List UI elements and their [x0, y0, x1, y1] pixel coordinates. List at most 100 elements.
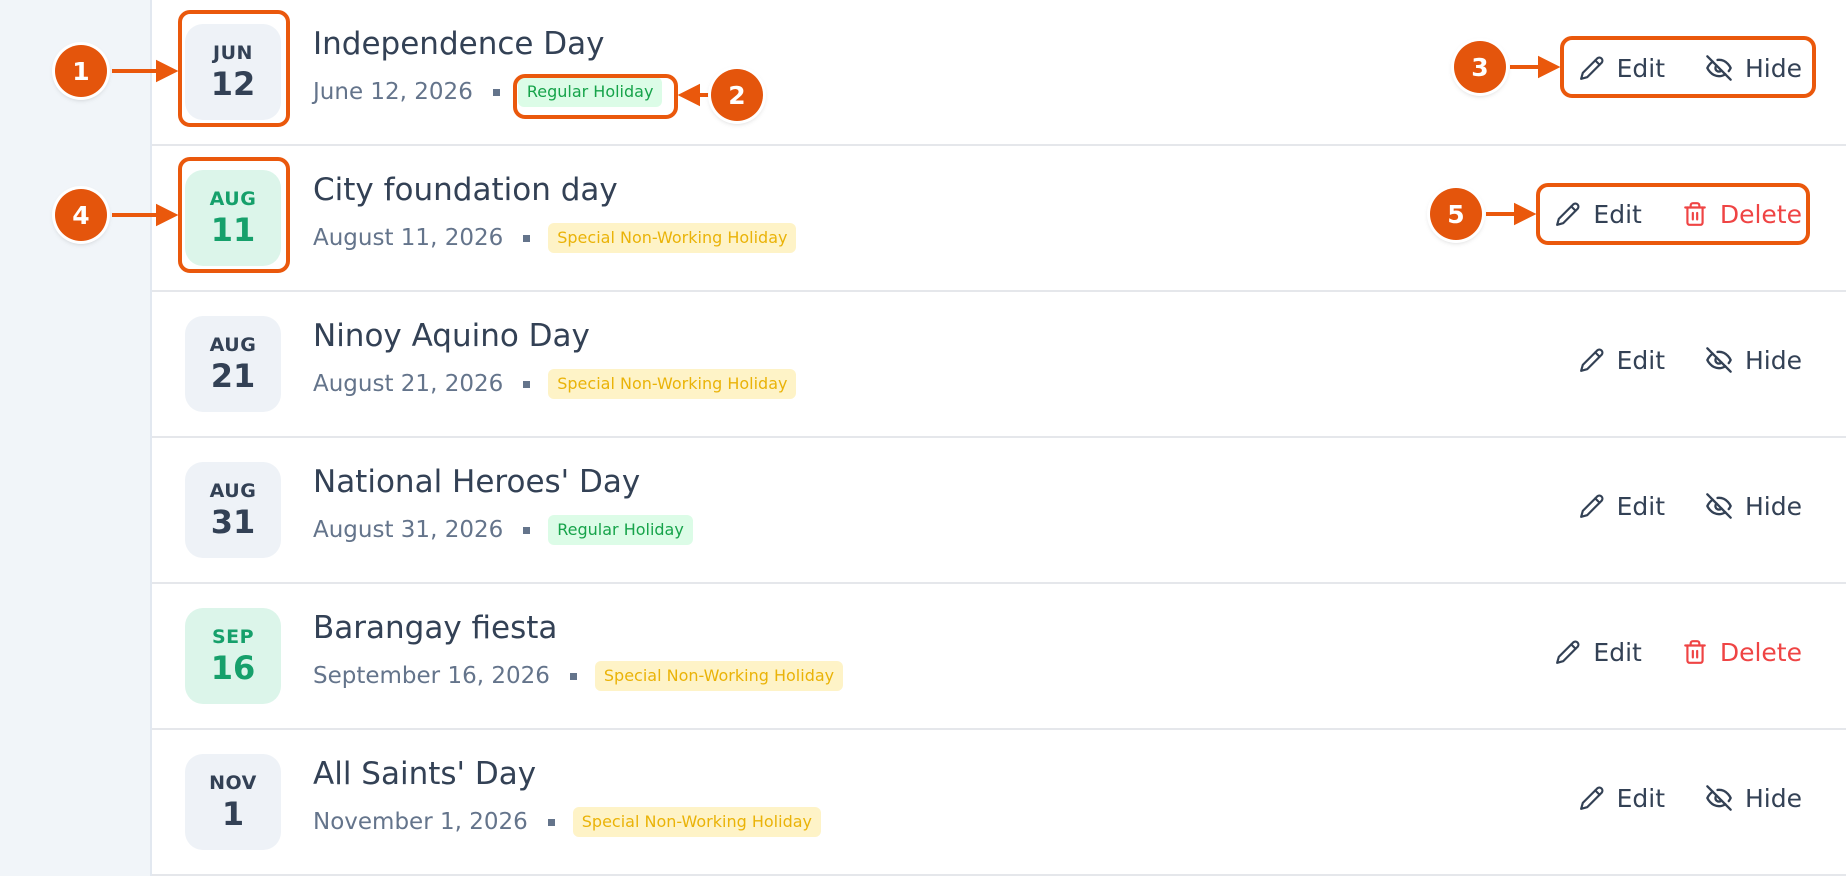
edit-label: Edit: [1616, 345, 1665, 375]
holiday-type-badge: Special Non-Working Holiday: [548, 369, 797, 399]
pencil-icon: [1556, 202, 1580, 226]
hide-label: Hide: [1745, 491, 1802, 521]
date-badge: JUN 12: [185, 24, 281, 120]
trash-icon: [1684, 202, 1706, 226]
edit-button[interactable]: Edit: [1579, 346, 1665, 375]
holiday-row: SEP 16 Barangay fiesta September 16, 202…: [152, 584, 1846, 730]
hide-button[interactable]: Hide: [1705, 54, 1802, 83]
holiday-meta: September 16, 2026 Special Non-Working H…: [313, 660, 844, 692]
delete-button[interactable]: Delete: [1682, 638, 1802, 667]
holiday-name: All Saints' Day: [313, 756, 537, 792]
date-badge: AUG 11: [185, 170, 281, 266]
hide-label: Hide: [1745, 345, 1802, 375]
holiday-row: JUN 12 Independence Day June 12, 2026 Re…: [152, 0, 1846, 146]
separator-dot: [523, 526, 531, 534]
row-actions: Edit Hide: [1579, 774, 1802, 822]
holiday-date: August 31, 2026: [313, 517, 504, 543]
hide-button[interactable]: Hide: [1705, 492, 1802, 521]
eye-off-icon: [1706, 785, 1732, 811]
pencil-icon: [1556, 640, 1580, 664]
holiday-meta: August 11, 2026 Special Non-Working Holi…: [313, 222, 797, 254]
date-day: 21: [210, 357, 256, 395]
hide-label: Hide: [1745, 53, 1802, 83]
edit-label: Edit: [1616, 783, 1665, 813]
holiday-row: AUG 21 Ninoy Aquino Day August 21, 2026 …: [152, 292, 1846, 438]
date-day: 16: [210, 649, 256, 687]
separator-dot: [523, 234, 531, 242]
annotation-marker-5: 5: [1430, 188, 1482, 240]
holiday-name: National Heroes' Day: [313, 464, 641, 500]
row-actions: Edit Delete: [1555, 628, 1802, 676]
date-month: AUG: [209, 334, 257, 356]
eye-off-icon: [1706, 55, 1732, 81]
holiday-name: Ninoy Aquino Day: [313, 318, 590, 354]
annotation-marker-1: 1: [55, 45, 107, 97]
holiday-type-badge: Special Non-Working Holiday: [548, 223, 797, 253]
delete-button[interactable]: Delete: [1682, 200, 1802, 229]
holiday-row: AUG 11 City foundation day August 11, 20…: [152, 146, 1846, 292]
date-month: JUN: [213, 42, 253, 64]
holiday-meta: November 1, 2026 Special Non-Working Hol…: [313, 806, 821, 838]
separator-dot: [569, 672, 577, 680]
hide-button[interactable]: Hide: [1705, 784, 1802, 813]
row-actions: Edit Hide: [1579, 336, 1802, 384]
row-actions: Edit Delete: [1555, 190, 1802, 238]
date-badge: NOV 1: [185, 754, 281, 850]
hide-label: Hide: [1745, 783, 1802, 813]
separator-dot: [492, 88, 500, 96]
holiday-type-badge: Special Non-Working Holiday: [572, 807, 821, 837]
edit-button[interactable]: Edit: [1579, 492, 1665, 521]
date-badge: AUG 21: [185, 316, 281, 412]
holiday-meta: June 12, 2026 Regular Holiday: [313, 76, 663, 108]
edit-button[interactable]: Edit: [1555, 637, 1642, 667]
date-day: 31: [210, 503, 256, 541]
edit-button[interactable]: Edit: [1579, 54, 1665, 83]
date-month: AUG: [209, 188, 257, 210]
holiday-meta: August 21, 2026 Special Non-Working Holi…: [313, 368, 797, 400]
pencil-icon: [1579, 786, 1604, 810]
holiday-list: JUN 12 Independence Day June 12, 2026 Re…: [152, 0, 1846, 876]
date-badge: AUG 31: [185, 462, 281, 558]
annotation-marker-3: 3: [1454, 41, 1506, 93]
date-day: 1: [221, 795, 245, 833]
holiday-date: June 12, 2026: [313, 79, 473, 105]
edit-label: Edit: [1593, 637, 1642, 667]
holiday-meta: August 31, 2026 Regular Holiday: [313, 514, 693, 546]
holiday-type-badge: Special Non-Working Holiday: [594, 661, 844, 691]
pencil-icon: [1579, 494, 1604, 518]
holiday-date: September 16, 2026: [313, 663, 550, 689]
eye-off-icon: [1706, 347, 1732, 373]
edit-button[interactable]: Edit: [1555, 199, 1642, 229]
separator-dot: [523, 380, 531, 388]
date-month: NOV: [209, 772, 257, 794]
annotation-marker-4: 4: [55, 189, 107, 241]
edit-label: Edit: [1616, 491, 1665, 521]
holiday-type-badge: Regular Holiday: [548, 515, 693, 545]
holiday-row: AUG 31 National Heroes' Day August 31, 2…: [152, 438, 1846, 584]
pencil-icon: [1579, 348, 1604, 372]
edit-label: Edit: [1593, 199, 1642, 229]
date-month: SEP: [211, 626, 255, 648]
separator-dot: [547, 818, 555, 826]
holiday-row: NOV 1 All Saints' Day November 1, 2026 S…: [152, 730, 1846, 876]
holiday-type-badge: Regular Holiday: [517, 77, 663, 107]
date-month: AUG: [209, 480, 257, 502]
trash-icon: [1684, 640, 1706, 664]
pencil-icon: [1579, 56, 1604, 80]
edit-button[interactable]: Edit: [1579, 784, 1665, 813]
holiday-name: City foundation day: [313, 172, 618, 208]
hide-button[interactable]: Hide: [1705, 346, 1802, 375]
date-day: 11: [210, 211, 256, 249]
annotation-marker-2: 2: [711, 69, 763, 121]
edit-label: Edit: [1616, 53, 1665, 83]
sidebar: [0, 0, 152, 876]
holiday-date: August 11, 2026: [313, 225, 504, 251]
date-badge: SEP 16: [185, 608, 281, 704]
row-actions: Edit Hide: [1579, 482, 1802, 530]
holiday-name: Independence Day: [313, 26, 605, 62]
row-actions: Edit Hide: [1579, 44, 1802, 92]
date-day: 12: [210, 65, 256, 103]
holiday-date: November 1, 2026: [313, 809, 528, 835]
delete-label: Delete: [1719, 637, 1802, 667]
delete-label: Delete: [1719, 199, 1802, 229]
